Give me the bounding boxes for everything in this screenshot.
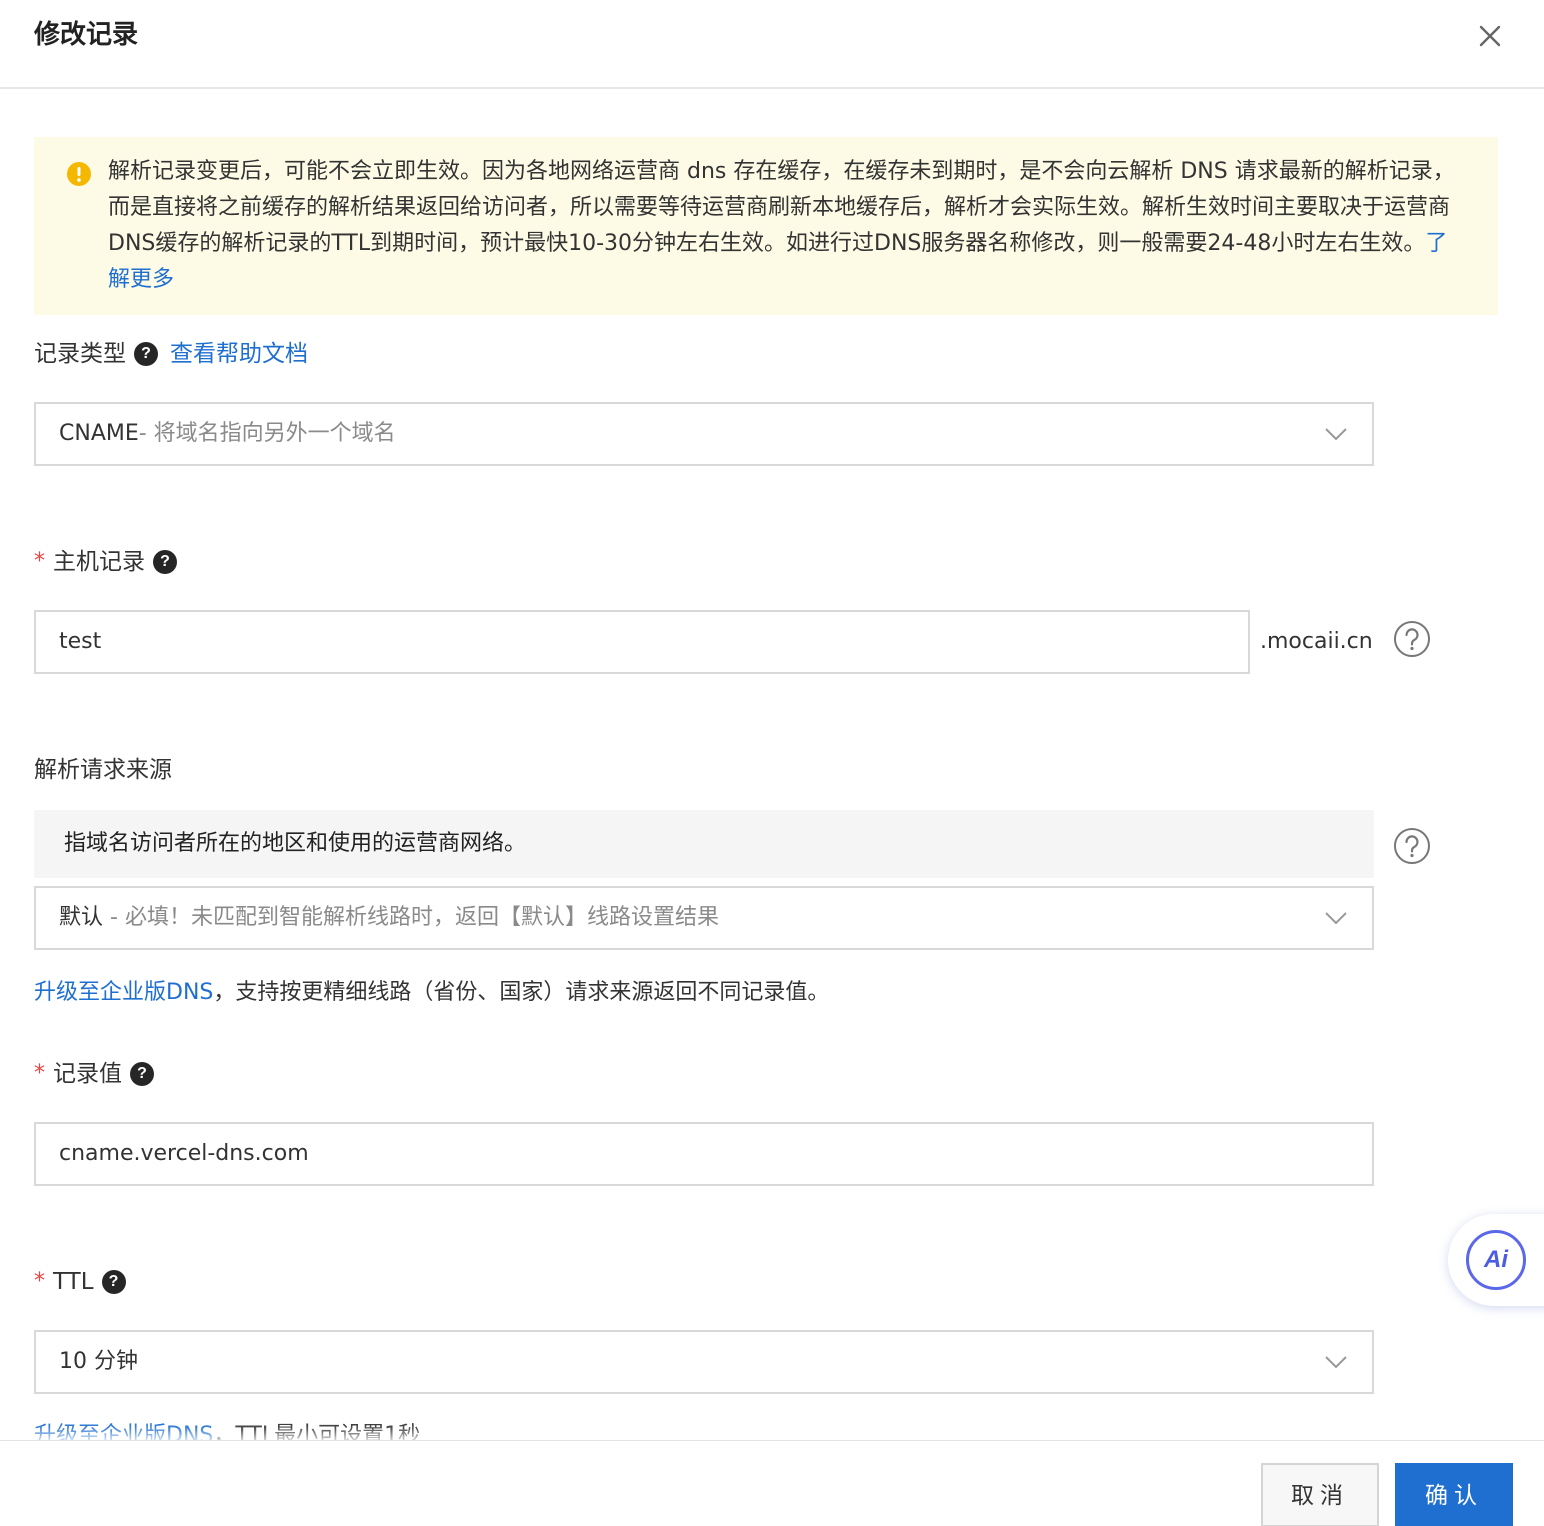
chevron-down-icon: [1325, 912, 1347, 925]
request-source-select[interactable]: 默认 - 必填！未匹配到智能解析线路时，返回【默认】线路设置结果: [34, 886, 1374, 950]
request-source-label: 解析请求来源: [34, 754, 172, 786]
host-record-value: test: [59, 629, 102, 654]
request-source-value: 默认: [59, 905, 104, 930]
domain-suffix: .mocaii.cn: [1260, 629, 1373, 654]
help-icon[interactable]: ?: [130, 1062, 154, 1086]
record-value-label-text: 记录值: [53, 1061, 122, 1087]
dialog-footer: 取消 确认: [0, 1440, 1544, 1526]
request-source-desc: - 必填！未匹配到智能解析线路时，返回【默认】线路设置结果: [103, 905, 719, 930]
help-icon[interactable]: ?: [101, 1270, 126, 1294]
required-mark: *: [34, 1269, 45, 1294]
upgrade-link[interactable]: 升级至企业版DNS: [34, 980, 213, 1005]
ttl-value: 10 分钟: [59, 1349, 138, 1374]
host-record-label: * 主机记录 ?: [34, 546, 177, 578]
upgrade-note-text: ，支持按更精细线路（省份、国家）请求来源返回不同记录值。: [213, 980, 830, 1005]
warning-icon: [66, 161, 92, 187]
close-icon[interactable]: [1472, 18, 1508, 54]
record-type-label-text: 记录类型: [34, 341, 126, 367]
chevron-down-icon: [1325, 1356, 1347, 1369]
record-type-desc: - 将域名指向另外一个域名: [138, 421, 396, 446]
cancel-button[interactable]: 取消: [1261, 1463, 1379, 1526]
request-source-label-text: 解析请求来源: [34, 757, 172, 783]
record-value-input[interactable]: cname.vercel-dns.com: [34, 1122, 1374, 1186]
record-value-label: * 记录值 ?: [34, 1058, 154, 1090]
ttl-label: * TTL ?: [34, 1266, 126, 1298]
required-mark: *: [34, 549, 45, 574]
help-doc-link[interactable]: 查看帮助文档: [170, 338, 308, 370]
help-icon[interactable]: ?: [153, 550, 177, 574]
record-type-select[interactable]: CNAME- 将域名指向另外一个域名: [34, 402, 1374, 466]
record-type-value: CNAME: [59, 421, 139, 446]
request-source-info: 指域名访问者所在的地区和使用的运营商网络。: [34, 810, 1374, 878]
dialog-title: 修改记录: [34, 20, 139, 50]
chevron-down-icon: [1325, 428, 1347, 441]
notice-body: 解析记录变更后，可能不会立即生效。因为各地网络运营商 dns 存在缓存，在缓存未…: [108, 159, 1455, 256]
record-value-value: cname.vercel-dns.com: [59, 1141, 309, 1166]
dialog-header: 修改记录: [0, 0, 1544, 89]
ai-assistant-button[interactable]: Ai: [1448, 1214, 1544, 1306]
confirm-button[interactable]: 确认: [1395, 1463, 1513, 1526]
question-circle-icon[interactable]: [1393, 620, 1431, 658]
record-type-label: 记录类型 ? 查看帮助文档: [34, 338, 308, 370]
propagation-notice: 解析记录变更后，可能不会立即生效。因为各地网络运营商 dns 存在缓存，在缓存未…: [34, 137, 1498, 315]
ttl-label-text: TTL: [53, 1269, 94, 1295]
notice-text: 解析记录变更后，可能不会立即生效。因为各地网络运营商 dns 存在缓存，在缓存未…: [108, 154, 1468, 298]
required-mark: *: [34, 1061, 45, 1086]
upgrade-note: 升级至企业版DNS，支持按更精细线路（省份、国家）请求来源返回不同记录值。: [34, 977, 829, 1009]
edit-record-dialog: 修改记录 解析记录变更后，可能不会立即生效。因为各地网络运营商 dns 存在缓存…: [0, 0, 1544, 1526]
host-record-label-text: 主机记录: [53, 549, 145, 575]
ai-icon: Ai: [1466, 1230, 1526, 1290]
help-icon[interactable]: ?: [134, 342, 158, 366]
ttl-select[interactable]: 10 分钟: [34, 1330, 1374, 1394]
question-circle-icon[interactable]: [1393, 827, 1431, 865]
host-record-input[interactable]: test: [34, 610, 1250, 674]
